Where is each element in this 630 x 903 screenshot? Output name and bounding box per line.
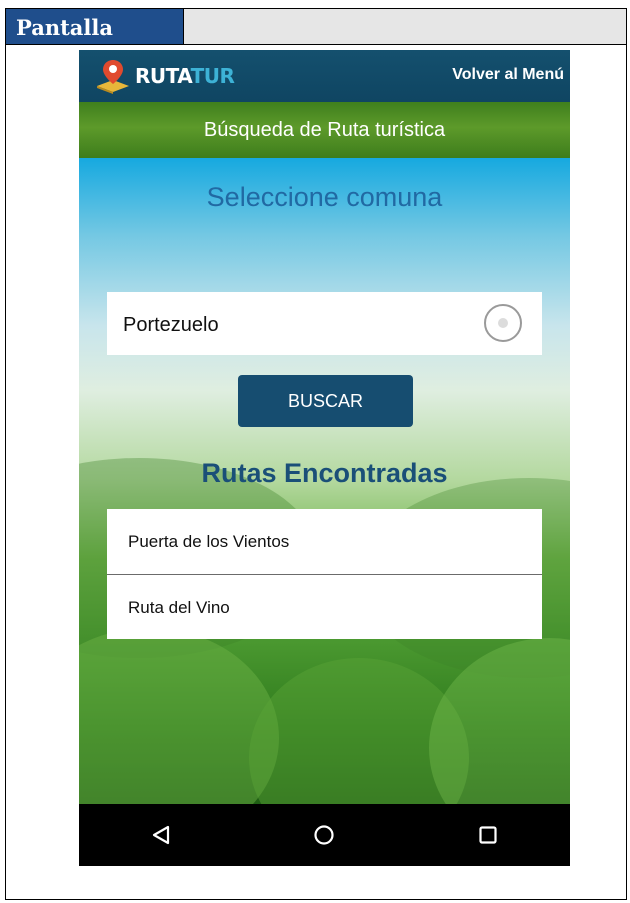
rutatur-logo: RUTATUR: [93, 56, 235, 96]
select-comuna-heading: Seleccione comuna: [206, 182, 443, 212]
app-bar: RUTATUR Volver al Menú: [79, 50, 570, 102]
home-icon[interactable]: [294, 815, 354, 855]
phone-screen: RUTATUR Volver al Menú Búsqueda de Ruta …: [79, 50, 570, 866]
content-area: Seleccione comuna Portezuelo BUSCAR Ruta…: [79, 158, 570, 804]
screen-title: Búsqueda de Ruta turística: [79, 102, 570, 158]
hill-decoration: [79, 628, 279, 804]
results-list: Puerta de los Vientos Ruta del Vino: [107, 509, 542, 639]
map-pin-logo-icon: [97, 60, 129, 94]
recents-icon[interactable]: [458, 815, 518, 855]
comuna-select-value: Portezuelo: [123, 314, 219, 336]
back-to-menu-link[interactable]: Volver al Menú: [452, 66, 564, 84]
back-triangle-icon: [152, 825, 169, 845]
document-header-row: Pantalla: [6, 9, 626, 45]
logo-text: RUTATUR: [135, 64, 235, 88]
search-button[interactable]: BUSCAR: [238, 375, 413, 427]
back-icon[interactable]: [131, 815, 191, 855]
recents-square-icon: [479, 826, 497, 844]
radio-icon[interactable]: [484, 304, 522, 342]
results-heading: Rutas Encontradas: [201, 458, 448, 488]
home-circle-icon: [314, 825, 335, 845]
android-nav-bar: [79, 804, 570, 866]
result-item[interactable]: Ruta del Vino: [107, 574, 542, 639]
document-header-label: Pantalla: [6, 9, 184, 44]
comuna-select[interactable]: Portezuelo: [107, 292, 542, 355]
result-item[interactable]: Puerta de los Vientos: [107, 509, 542, 574]
